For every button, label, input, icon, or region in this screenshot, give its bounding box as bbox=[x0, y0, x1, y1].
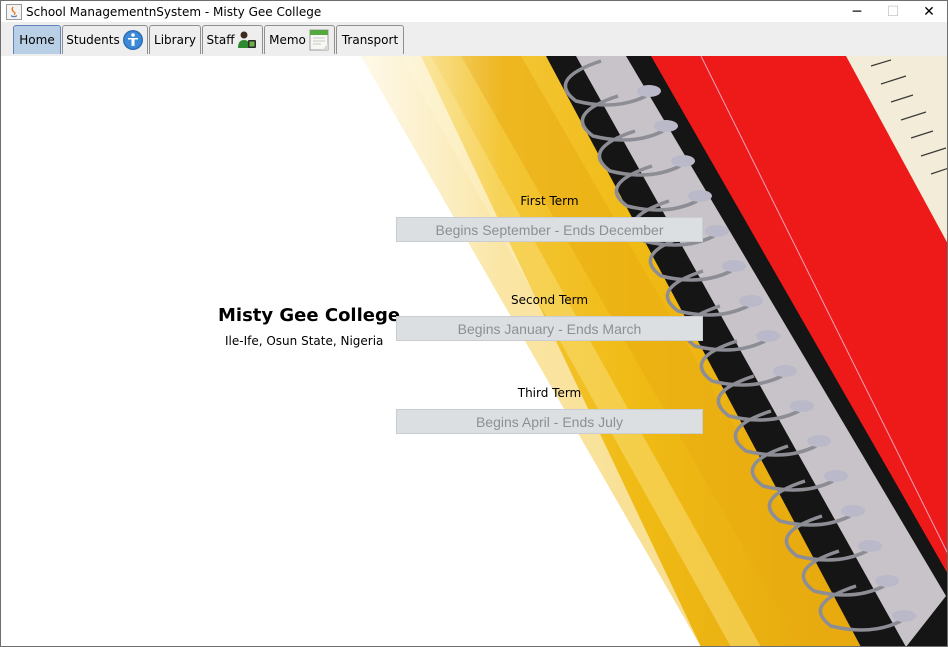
tab-students-label: Students bbox=[66, 33, 120, 47]
first-term-field[interactable]: Begins September - Ends December bbox=[396, 217, 703, 242]
staff-person-icon bbox=[238, 31, 257, 48]
tab-home[interactable]: Home bbox=[13, 25, 61, 54]
first-term-label: First Term bbox=[520, 194, 579, 208]
memo-calendar-icon bbox=[309, 29, 329, 51]
home-panel: Misty Gee College Ile-Ife, Osun State, N… bbox=[0, 56, 948, 647]
third-term-field[interactable]: Begins April - Ends July bbox=[396, 409, 703, 434]
third-term-label: Third Term bbox=[517, 386, 582, 400]
tab-staff-label: Staff bbox=[206, 33, 235, 47]
tab-transport-label: Transport bbox=[341, 33, 399, 47]
tab-transport[interactable]: Transport bbox=[336, 25, 404, 54]
tab-staff[interactable]: Staff bbox=[202, 25, 263, 54]
tab-strip: Home Students Library Staff Memo Transpo… bbox=[0, 22, 948, 78]
maximize-button[interactable]: ☐ bbox=[875, 1, 911, 23]
tab-memo[interactable]: Memo bbox=[264, 25, 335, 54]
tab-library-label: Library bbox=[154, 33, 196, 47]
tab-home-label: Home bbox=[19, 33, 55, 47]
tab-students[interactable]: Students bbox=[62, 25, 148, 54]
notebook-background-image bbox=[301, 56, 947, 646]
college-name: Misty Gee College bbox=[218, 305, 401, 326]
college-location: Ile-Ife, Osun State, Nigeria bbox=[225, 334, 384, 348]
close-button[interactable]: ✕ bbox=[911, 1, 947, 23]
second-term-label: Second Term bbox=[510, 293, 589, 307]
window-title: School ManagementnSystem - Misty Gee Col… bbox=[26, 5, 322, 19]
tab-memo-label: Memo bbox=[269, 33, 306, 47]
java-app-icon bbox=[6, 4, 22, 20]
tab-library[interactable]: Library bbox=[149, 25, 201, 54]
minimize-button[interactable]: ─ bbox=[839, 1, 875, 23]
second-term-field[interactable]: Begins January - Ends March bbox=[396, 316, 703, 341]
window-title-bar: School ManagementnSystem - Misty Gee Col… bbox=[0, 0, 948, 22]
info-person-icon bbox=[122, 30, 143, 50]
